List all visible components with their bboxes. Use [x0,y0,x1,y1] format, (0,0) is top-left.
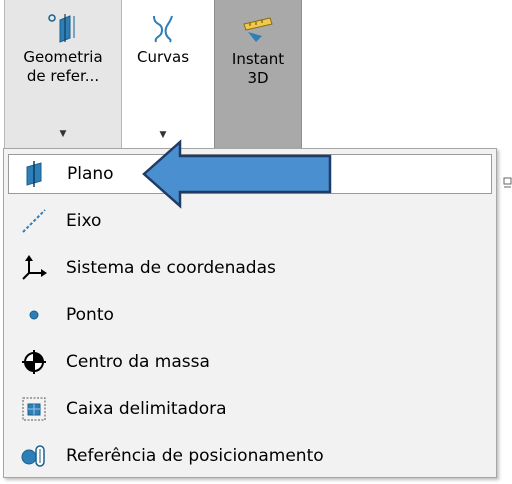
instant3d-button[interactable]: Instant 3D [214,0,302,150]
plane-icon [17,161,53,187]
mate-reference-icon [16,443,52,469]
partial-toolbar-icon [503,176,512,190]
axis-icon [16,208,52,234]
dropdown-arrow-icon[interactable]: ▼ [60,129,67,139]
curves-button[interactable]: Curvas ▼ [120,0,206,150]
point-icon [16,309,52,321]
menu-item-referencia-de-posicionamento[interactable]: Referência de posicionamento [8,436,492,476]
instant3d-label: Instant 3D [231,50,285,87]
bounding-box-icon [16,396,52,422]
menu-item-centro-da-massa[interactable]: Centro da massa [8,342,492,382]
reference-plane-icon [46,4,80,44]
curves-icon [146,4,180,44]
menu-item-label: Plano [67,164,114,184]
coordinate-system-icon [16,255,52,281]
menu-item-ponto[interactable]: Ponto [8,295,492,335]
menu-item-caixa-delimitadora[interactable]: Caixa delimitadora [8,389,492,429]
reference-geometry-button[interactable]: Geometria de refer... ▼ [4,0,122,150]
menu-item-label: Referência de posicionamento [66,446,324,466]
reference-geometry-label: Geometria de refer... [23,48,103,85]
ribbon: Geometria de refer... ▼ Curvas ▼ Instant [0,0,512,150]
menu-item-sistema-de-coordenadas[interactable]: Sistema de coordenadas [8,248,492,288]
menu-item-label: Ponto [66,305,114,325]
menu-item-label: Caixa delimitadora [66,399,227,419]
annotation-arrow-icon [142,139,332,209]
menu-item-label: Centro da massa [66,352,210,372]
menu-item-label: Sistema de coordenadas [66,258,276,278]
menu-item-label: Eixo [66,211,102,231]
center-of-mass-icon [16,349,52,375]
instant3d-ruler-icon [240,4,276,44]
curves-label: Curvas [136,48,190,66]
